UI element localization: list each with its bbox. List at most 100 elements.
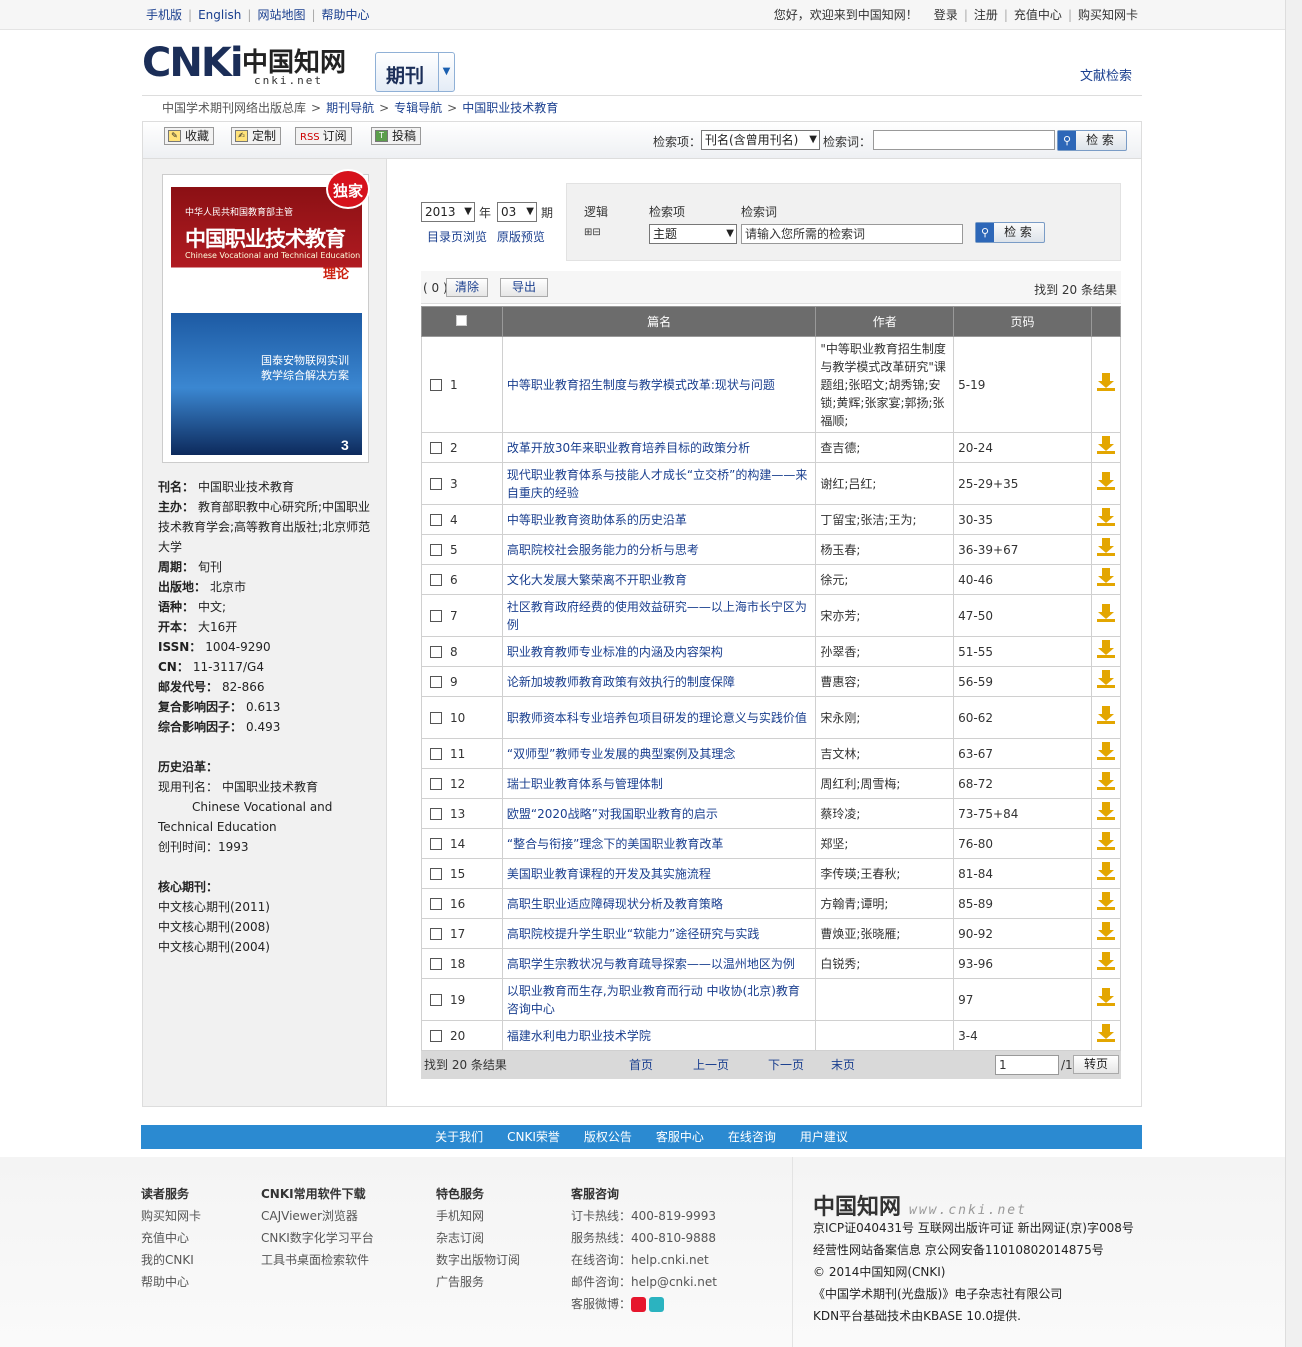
row-checkbox[interactable]: [430, 574, 442, 586]
top-link[interactable]: English: [198, 8, 241, 22]
article-title-link[interactable]: 福建水利电力职业技术学院: [507, 1029, 651, 1043]
article-title-link[interactable]: 职业教育教师专业标准的内涵及内容架构: [507, 645, 723, 659]
row-checkbox[interactable]: [430, 958, 442, 970]
search-word-input[interactable]: [873, 130, 1055, 150]
download-icon[interactable]: [1096, 772, 1115, 790]
cnki-logo[interactable]: CNKi 中国知网 cnki.net: [142, 40, 352, 90]
footer-link[interactable]: CAJViewer浏览器: [261, 1209, 358, 1223]
author-cell[interactable]: 宋永刚;: [815, 696, 955, 739]
search-button[interactable]: ⚲ 检 索: [1057, 130, 1127, 151]
top-link[interactable]: 网站地图: [257, 8, 305, 22]
download-icon[interactable]: [1096, 604, 1115, 622]
weibo-icon[interactable]: [631, 1297, 647, 1312]
next-page-link[interactable]: 下一页: [768, 1051, 804, 1079]
author-cell[interactable]: 蔡玲凌;: [815, 798, 955, 829]
download-icon[interactable]: [1096, 832, 1115, 850]
article-title-link[interactable]: 高职学生宗教状况与教育疏导探索——以温州地区为例: [507, 957, 795, 971]
download-icon[interactable]: [1096, 640, 1115, 658]
breadcrumb-item[interactable]: 中国职业技术教育: [462, 101, 558, 115]
footer-link[interactable]: CNKI数字化学习平台: [261, 1231, 374, 1245]
author-cell[interactable]: 曹焕亚;张晓雁;: [815, 918, 955, 949]
author-cell[interactable]: 方翰青;谭明;: [815, 888, 955, 919]
toc-browse-link[interactable]: 目录页浏览: [427, 230, 487, 244]
row-checkbox[interactable]: [430, 928, 442, 940]
top-link[interactable]: 帮助中心: [322, 8, 370, 22]
footer-link[interactable]: 数字出版物订阅: [436, 1253, 520, 1267]
footer-link[interactable]: 购买知网卡: [141, 1209, 201, 1223]
footer-legal-line[interactable]: 经营性网站备案信息 京公网安备11010802014875号: [813, 1239, 1153, 1261]
footer-link[interactable]: 工具书桌面检索软件: [261, 1253, 369, 1267]
download-icon[interactable]: [1096, 538, 1115, 556]
account-link[interactable]: 注册: [974, 8, 998, 22]
footer-link[interactable]: 订卡热线：400-819-9993: [571, 1209, 716, 1223]
download-icon[interactable]: [1096, 862, 1115, 880]
article-title-link[interactable]: 现代职业教育体系与技能人才成长“立交桥”的构建——来自重庆的经验: [507, 468, 807, 500]
chevron-down-icon[interactable]: ▼: [438, 53, 454, 91]
footer-link[interactable]: 广告服务: [436, 1275, 484, 1289]
pages-header[interactable]: 页码: [953, 306, 1092, 337]
account-link[interactable]: 充值中心: [1014, 8, 1062, 22]
author-cell[interactable]: 宋亦芳;: [815, 594, 955, 637]
article-title-link[interactable]: 以职业教育而生存,为职业教育而行动 中收协(北京)教育咨询中心: [507, 984, 800, 1016]
article-title-link[interactable]: 高职院校提升学生职业“软能力”途径研究与实践: [507, 927, 759, 941]
author-cell[interactable]: 徐元;: [815, 564, 955, 595]
author-cell[interactable]: 查吉德;: [815, 432, 955, 463]
download-icon[interactable]: [1096, 508, 1115, 526]
footer-link[interactable]: 充值中心: [141, 1231, 189, 1245]
article-title-link[interactable]: 欧盟“2020战略”对我国职业教育的启示: [507, 807, 718, 821]
row-checkbox[interactable]: [430, 442, 442, 454]
download-icon[interactable]: [1096, 436, 1115, 454]
row-checkbox[interactable]: [430, 778, 442, 790]
literature-search-link[interactable]: 文献检索: [1080, 65, 1132, 84]
article-title-link[interactable]: 改革开放30年来职业教育培养目标的政策分析: [507, 441, 750, 455]
download-icon[interactable]: [1096, 1024, 1115, 1042]
footer-legal-line[interactable]: 京ICP证040431号 互联网出版许可证 新出网证(京)字008号: [813, 1217, 1153, 1239]
footer-link[interactable]: 手机知网: [436, 1209, 484, 1223]
breadcrumb-item[interactable]: 期刊导航: [326, 101, 374, 115]
row-checkbox[interactable]: [430, 478, 442, 490]
article-title-link[interactable]: 中等职业教育招生制度与教学模式改革:现状与问题: [507, 378, 775, 392]
title-header[interactable]: 篇名: [501, 306, 817, 337]
customize-button[interactable]: ✍ 定制: [231, 127, 282, 145]
author-cell[interactable]: 周红利;周雪梅;: [815, 768, 955, 799]
row-checkbox[interactable]: [430, 544, 442, 556]
top-link[interactable]: 手机版: [146, 8, 182, 22]
footer-nav-link[interactable]: 用户建议: [800, 1130, 848, 1144]
account-link[interactable]: 购买知网卡: [1078, 8, 1138, 22]
row-checkbox[interactable]: [430, 646, 442, 658]
original-preview-link[interactable]: 原版预览: [497, 230, 545, 244]
row-checkbox[interactable]: [430, 838, 442, 850]
author-cell[interactable]: [815, 1020, 955, 1051]
adv-field-select[interactable]: 主题 ▼: [649, 224, 737, 244]
journal-category-button[interactable]: 期刊 ▼: [375, 52, 455, 92]
article-title-link[interactable]: 职教师资本科专业培养包项目研发的理论意义与实践价值: [507, 711, 807, 725]
download-icon[interactable]: [1096, 802, 1115, 820]
breadcrumb-item[interactable]: 专辑导航: [394, 101, 442, 115]
adv-search-input[interactable]: 请输入您所需的检索词: [741, 224, 963, 244]
issue-select[interactable]: 03 ▼: [497, 202, 537, 222]
page-scrollbar[interactable]: [1285, 0, 1302, 1347]
footer-link[interactable]: 邮件咨询：help@cnki.net: [571, 1275, 717, 1289]
author-cell[interactable]: 吉文林;: [815, 738, 955, 769]
row-checkbox[interactable]: [430, 610, 442, 622]
author-cell[interactable]: 郑坚;: [815, 828, 955, 859]
clear-button[interactable]: 清除: [446, 278, 488, 297]
row-checkbox[interactable]: [430, 676, 442, 688]
account-link[interactable]: 登录: [934, 8, 958, 22]
author-cell[interactable]: [815, 978, 955, 1021]
article-title-link[interactable]: 美国职业教育课程的开发及其实施流程: [507, 867, 711, 881]
row-checkbox[interactable]: [430, 379, 442, 391]
prev-page-link[interactable]: 上一页: [693, 1051, 729, 1079]
row-checkbox[interactable]: [430, 514, 442, 526]
footer-link[interactable]: 我的CNKI: [141, 1253, 194, 1267]
article-title-link[interactable]: 瑞士职业教育体系与管理体制: [507, 777, 663, 791]
article-title-link[interactable]: 文化大发展大繁荣离不开职业教育: [507, 573, 687, 587]
footer-link[interactable]: 服务热线：400-810-9888: [571, 1231, 716, 1245]
download-icon[interactable]: [1096, 373, 1115, 391]
rss-subscribe-button[interactable]: RSS 订阅: [295, 127, 352, 145]
download-icon[interactable]: [1096, 472, 1115, 490]
author-header[interactable]: 作者: [815, 306, 955, 337]
submit-manuscript-button[interactable]: T 投稿: [371, 127, 422, 145]
go-page-button[interactable]: 转页: [1073, 1055, 1119, 1074]
article-title-link[interactable]: “整合与衔接”理念下的美国职业教育改革: [507, 837, 723, 851]
